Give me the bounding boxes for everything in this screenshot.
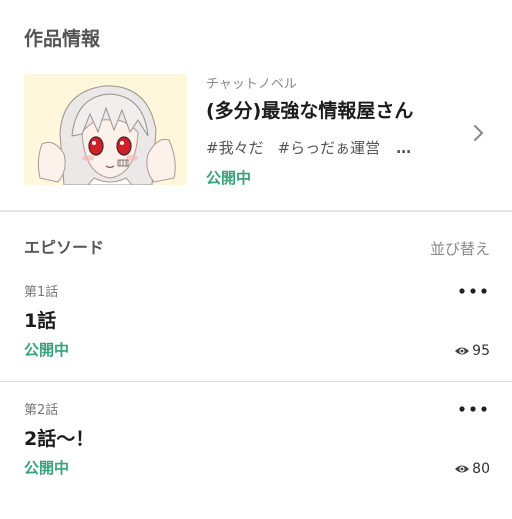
work-card[interactable]: チャットノベル (多分)最強な情報屋さん #我々だ #らっだぁ運営 … 公開中	[0, 64, 512, 202]
anime-character-thumbnail	[24, 74, 187, 185]
tag-link[interactable]: #我々だ	[206, 138, 264, 158]
work-title[interactable]: (多分)最強な情報屋さん	[206, 98, 413, 124]
chevron-right-icon[interactable]	[472, 124, 486, 142]
eye-icon	[455, 465, 470, 473]
episode-status-badge: 公開中	[24, 341, 70, 359]
work-tags: #我々だ #らっだぁ運営 …	[206, 138, 436, 158]
episode-status-badge: 公開中	[24, 459, 70, 477]
section-divider	[0, 210, 512, 212]
more-horizontal-icon[interactable]	[458, 404, 488, 414]
episode-title: 2話〜！	[24, 428, 95, 450]
tag-link[interactable]: #らっだぁ運営	[278, 138, 381, 158]
episode-views: 95	[454, 342, 490, 360]
episodes-header-title: エピソード	[24, 238, 105, 257]
episode-number: 第1話	[24, 285, 59, 300]
episode-view-count: 80	[472, 461, 490, 477]
episode-item[interactable]: 第1話 1話 公開中 95	[0, 284, 512, 401]
episode-view-count: 95	[472, 343, 490, 359]
tags-more-indicator: …	[396, 139, 413, 157]
episode-item[interactable]: 第2話 2話〜！ 公開中 80	[0, 402, 512, 519]
more-horizontal-icon[interactable]	[458, 286, 488, 296]
episode-divider	[0, 381, 512, 382]
work-status-badge: 公開中	[206, 169, 252, 187]
episode-number: 第2話	[24, 403, 59, 418]
work-thumbnail	[24, 74, 187, 185]
eye-icon	[455, 347, 470, 355]
section-title-work-info: 作品情報	[24, 28, 101, 50]
episode-views: 80	[454, 460, 490, 478]
sort-button[interactable]: 並び替え	[430, 238, 490, 260]
episode-title: 1話	[24, 310, 57, 332]
work-category: チャットノベル	[206, 77, 297, 92]
